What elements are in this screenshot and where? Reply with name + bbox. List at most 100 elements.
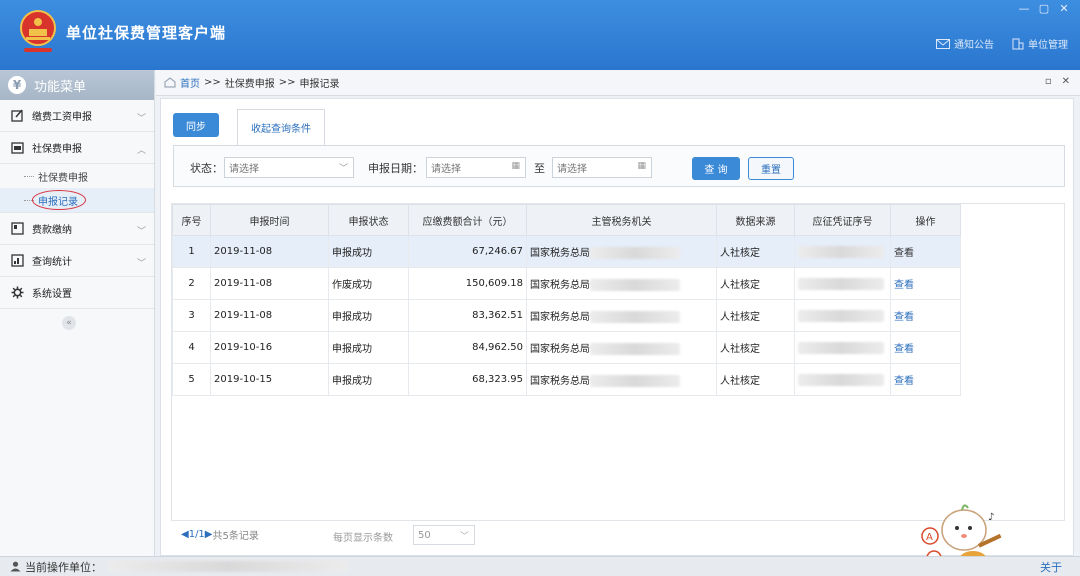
authority-text: 国家税务总局 (530, 248, 590, 259)
cell-authority: 国家税务总局 (526, 299, 717, 332)
svg-text:A: A (926, 532, 933, 543)
cell-date: 2019-11-08 (210, 267, 329, 300)
breadcrumb-level1: 社保费申报 (224, 79, 275, 90)
maximize-button[interactable]: ▢ (1038, 2, 1050, 15)
panel-restore-button[interactable]: ▫ (1045, 76, 1052, 87)
close-button[interactable]: ✕ (1058, 2, 1070, 15)
records-table: 序号 申报时间 申报状态 应缴费额合计（元） 主管税务机关 数据来源 应征凭证序… (172, 204, 961, 396)
yen-icon: ¥ (8, 76, 26, 94)
column-header: 主管税务机关 (526, 204, 717, 236)
date-from-input[interactable]: 请选择 ▦ (426, 157, 526, 178)
calendar-icon: ▦ (511, 161, 520, 171)
authority-text: 国家税务总局 (530, 280, 590, 291)
notice-link[interactable]: 通知公告 (936, 36, 994, 51)
panel-tools: ▫ ✕ (1045, 76, 1070, 87)
submenu-social-insurance: 社保费申报 申报记录 (0, 164, 154, 213)
mail-icon (936, 38, 950, 49)
chevron-up-icon: ︿ (136, 146, 146, 156)
breadcrumb-level2: 申报记录 (299, 79, 340, 90)
table-row[interactable]: 3 2019-11-08 申报成功 83,362.51 国家税务总局 人社核定 … (172, 299, 961, 332)
prev-page-icon[interactable]: ◀ (181, 529, 189, 540)
status-label: 状态： (190, 162, 223, 175)
table-row[interactable]: 5 2019-10-15 申报成功 68,323.95 国家税务总局 人社核定 … (172, 363, 961, 396)
date-from-placeholder: 请选择 (431, 164, 461, 175)
date-to-input[interactable]: 请选择 ▦ (552, 157, 652, 178)
sidebar-title: 功能菜单 (34, 79, 87, 95)
column-header: 数据来源 (716, 204, 795, 236)
sidebar-collapse-button[interactable]: « (62, 316, 76, 330)
cell-voucher (794, 331, 891, 364)
unit-management-link[interactable]: 单位管理 (1012, 36, 1068, 51)
breadcrumb-separator: >> (278, 77, 296, 88)
page-indicator: 1/1 (188, 529, 205, 540)
breadcrumb-home[interactable]: 首页 (180, 75, 200, 90)
redacted-area (590, 375, 680, 387)
sidebar-subitem-declare[interactable]: 社保费申报 (0, 164, 154, 188)
sync-button[interactable]: 同步 (173, 113, 219, 137)
chevron-down-icon: ﹀ (136, 114, 146, 124)
sidebar-item-social-insurance-declaration[interactable]: 社保费申报 ︿ (0, 132, 154, 164)
tab-collapse-query[interactable]: 收起查询条件 (237, 109, 325, 145)
cell-voucher (794, 235, 891, 268)
column-header: 操作 (890, 204, 961, 236)
cell-action: 查看 (890, 235, 961, 268)
authority-text: 国家税务总局 (530, 312, 590, 323)
cell-action: 查看 (890, 299, 961, 332)
next-page-icon[interactable]: ▶ (205, 529, 213, 540)
sidebar-subitem-label: 社保费申报 (38, 172, 88, 184)
redacted-area (590, 247, 680, 259)
cell-amount: 84,962.50 (408, 331, 527, 364)
status-select[interactable]: 请选择 ﹀ (224, 157, 354, 178)
date-to-placeholder: 请选择 (557, 164, 587, 175)
national-emblem-icon (20, 10, 56, 52)
column-header: 申报时间 (210, 204, 329, 236)
user-icon (10, 561, 21, 572)
sidebar-item-query-statistics[interactable]: 查询统计 ﹀ (0, 245, 154, 277)
sidebar-item-label: 社保费申报 (32, 144, 82, 155)
cell-status: 申报成功 (328, 235, 409, 268)
panel-close-button[interactable]: ✕ (1062, 76, 1070, 87)
redacted-area (590, 311, 680, 323)
cell-date: 2019-10-15 (210, 363, 329, 396)
redacted-area (798, 373, 884, 386)
sidebar-item-fee-payment[interactable]: 费款缴纳 ﹀ (0, 213, 154, 245)
edit-icon (10, 109, 24, 123)
reset-button[interactable]: 重置 (748, 157, 794, 180)
column-header: 应征凭证序号 (794, 204, 891, 236)
cell-authority: 国家税务总局 (526, 267, 717, 300)
view-link[interactable]: 查看 (894, 280, 914, 291)
sidebar-item-wage-declaration[interactable]: 缴费工资申报 ﹀ (0, 100, 154, 132)
sidebar-item-system-settings[interactable]: 系统设置 (0, 277, 154, 309)
cell-voucher (794, 267, 891, 300)
breadcrumb-separator: >> (204, 77, 221, 88)
cell-authority: 国家税务总局 (526, 363, 717, 396)
column-header: 申报状态 (328, 204, 409, 236)
home-icon (164, 77, 176, 88)
view-link[interactable]: 查看 (894, 376, 914, 387)
main-panel: 同步 收起查询条件 状态： 请选择 ﹀ 申报日期： 请选择 ▦ 至 请选择 ▦ … (160, 98, 1074, 556)
table-row[interactable]: 2 2019-11-08 作废成功 150,609.18 国家税务总局 人社核定… (172, 267, 961, 300)
view-link[interactable]: 查看 (894, 344, 914, 355)
table-row[interactable]: 1 2019-11-08 申报成功 67,246.67 国家税务总局 人社核定 … (172, 235, 961, 268)
cell-status: 申报成功 (328, 299, 409, 332)
minimize-button[interactable]: — (1018, 2, 1030, 15)
sidebar-subitem-records[interactable]: 申报记录 (0, 188, 154, 212)
unit-management-label: 单位管理 (1028, 40, 1068, 51)
view-link[interactable]: 查看 (894, 248, 914, 259)
redacted-area (798, 341, 884, 354)
about-link[interactable]: 关于 (1040, 559, 1062, 575)
view-link[interactable]: 查看 (894, 312, 914, 323)
calendar-icon (10, 141, 24, 155)
declare-date-label: 申报日期： (368, 162, 423, 175)
date-to-label: 至 (534, 162, 545, 175)
calendar-icon: ▦ (637, 161, 646, 171)
table-row[interactable]: 4 2019-10-16 申报成功 84,962.50 国家税务总局 人社核定 … (172, 331, 961, 364)
cell-no: 4 (172, 331, 211, 364)
window-controls: — ▢ ✕ (1018, 2, 1070, 15)
cell-amount: 68,323.95 (408, 363, 527, 396)
query-button[interactable]: 查 询 (692, 157, 740, 180)
page-size-select[interactable]: 50 ﹀ (413, 525, 475, 545)
page-size-value: 50 (418, 529, 431, 541)
cell-no: 1 (172, 235, 211, 268)
column-header: 应缴费额合计（元） (408, 204, 527, 236)
